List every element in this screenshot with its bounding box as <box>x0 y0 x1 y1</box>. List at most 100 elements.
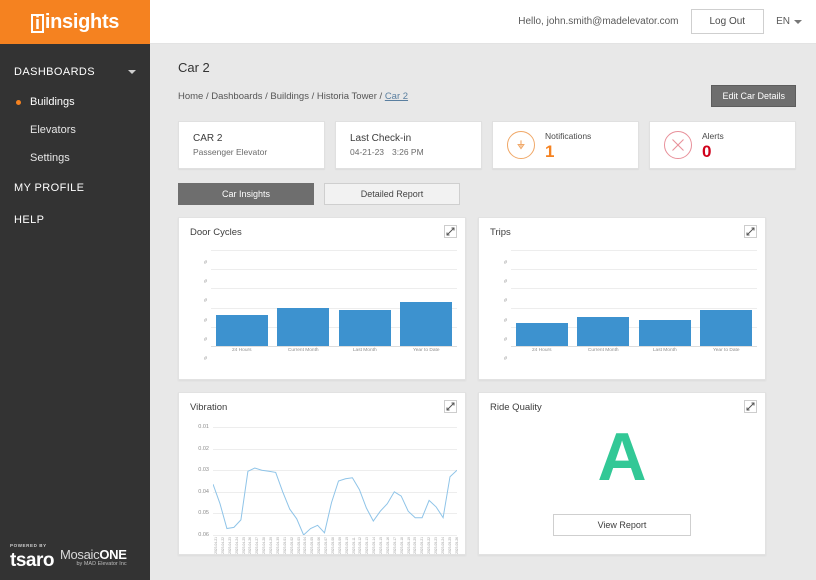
x-axis-date-label: 2023-05-12 <box>358 537 363 554</box>
sidebar-item-my-profile-label: MY PROFILE <box>14 182 85 194</box>
y-axis-tick-label: 0.01 <box>198 424 209 430</box>
notifications-label: Notifications <box>545 130 592 141</box>
mosaicone-wordmark: MosaicONE <box>59 546 127 562</box>
card-alerts[interactable]: Alerts 0 <box>649 121 796 169</box>
mosaic-prefix: Mosaic <box>59 546 100 562</box>
bar[interactable] <box>515 323 568 346</box>
bar[interactable] <box>638 320 691 346</box>
alerts-label: Alerts <box>702 130 724 141</box>
door-cycles-chart: # # # # # # 24 Hours Current Month Last Month Ye… <box>179 244 467 381</box>
x-axis-tick-label: 24 Hours <box>232 348 252 353</box>
y-axis-tick-label: # <box>503 356 507 362</box>
y-axis-tick-label: # <box>203 279 207 285</box>
gridline <box>213 535 457 536</box>
vibration-plot: 0.01 0.02 0.03 0.04 0.05 0.06 <box>198 424 457 538</box>
mosaicone-subtitle: by MAD Elevator Inc <box>76 561 127 568</box>
language-selector-label: EN <box>776 16 790 27</box>
y-axis-tick-label: # <box>203 318 207 324</box>
edit-car-details-button[interactable]: Edit Car Details <box>711 85 796 107</box>
x-axis-date-label: 2023-05-20 <box>413 537 418 554</box>
sidebar-item-elevators[interactable]: Elevators <box>0 116 150 144</box>
bar[interactable] <box>577 317 630 346</box>
trips-bars <box>511 250 757 346</box>
x-axis-date-label: 2023-04-30 <box>275 537 280 554</box>
breadcrumb-current[interactable]: Car 2 <box>385 91 408 102</box>
language-selector[interactable]: EN <box>776 16 802 27</box>
expand-icon[interactable] <box>744 225 757 238</box>
x-axis-date-label: 2023-05-14 <box>372 537 377 554</box>
panel-grid: Door Cycles # # # # # # 24 Hours Current Month… <box>178 217 796 555</box>
expand-icon[interactable] <box>444 400 457 413</box>
y-axis-tick-label: # <box>503 337 507 343</box>
brand-logo-text: i insights <box>30 11 119 34</box>
last-checkin-time: 3:26 PM <box>392 147 424 157</box>
page-title: Car 2 <box>178 60 210 75</box>
ride-quality-grade: A <box>597 419 647 495</box>
sidebar-item-elevators-label: Elevators <box>30 124 76 136</box>
sidebar-footer: POWERED BY tsaro MosaicONE by MAD Elevat… <box>0 536 150 580</box>
y-axis-tick-label: 0.05 <box>198 510 209 516</box>
panel-vibration: Vibration 0.01 0.02 0.03 0.04 0.05 0.06 2023-… <box>178 392 466 555</box>
bar[interactable] <box>700 310 753 346</box>
y-axis-tick-label: # <box>203 260 207 266</box>
panel-vibration-title: Vibration <box>190 402 228 413</box>
bar[interactable] <box>400 302 453 346</box>
x-axis-date-label: 2023-04-22 <box>220 537 225 554</box>
x-axis-date-label: 2023-04-25 <box>241 537 246 554</box>
sidebar-item-my-profile[interactable]: MY PROFILE <box>0 172 150 204</box>
expand-icon[interactable] <box>444 225 457 238</box>
sidebar-section-dashboards[interactable]: DASHBOARDS <box>0 56 150 88</box>
bar[interactable] <box>215 315 268 346</box>
x-axis-date-label: 2023-05-19 <box>406 537 411 554</box>
trips-chart: # # # # # # 24 Hours Current Month Last Month Ye… <box>479 244 767 381</box>
sidebar: i insights DASHBOARDS Buildings Elevators… <box>0 0 150 580</box>
notification-arrow-icon <box>507 131 535 159</box>
panel-door-cycles-title: Door Cycles <box>190 227 242 238</box>
bar[interactable] <box>338 310 391 346</box>
vibration-chart: 0.01 0.02 0.03 0.04 0.05 0.06 2023-04-21 2023-… <box>179 419 467 556</box>
alerts-count: 0 <box>702 141 712 161</box>
x-axis-tick-label: Year to Date <box>413 348 440 353</box>
x-axis-date-label: 2023-04-23 <box>227 537 232 554</box>
x-axis-date-label: 2023-05-05 <box>310 537 315 554</box>
mosaic-suffix: ONE <box>99 546 127 562</box>
y-axis-tick-label: # <box>203 337 207 343</box>
x-axis-tick-label: Year to Date <box>713 348 740 353</box>
sidebar-item-help[interactable]: HELP <box>0 204 150 236</box>
sidebar-item-buildings-label: Buildings <box>30 96 75 108</box>
x-axis-date-label: 2023-05-21 <box>420 537 425 554</box>
x-axis-date-label: 2023-05-17 <box>392 537 397 554</box>
tab-car-insights[interactable]: Car Insights <box>178 183 314 205</box>
tsaro-logo: POWERED BY tsaro <box>10 543 54 570</box>
user-greeting: Hello, john.smith@madelevator.com <box>518 16 679 27</box>
sidebar-item-buildings[interactable]: Buildings <box>0 88 150 116</box>
chevron-down-icon <box>794 19 802 24</box>
x-axis-date-label: 2023-05-10 <box>344 537 349 554</box>
y-axis-tick-label: # <box>503 260 507 266</box>
card-last-checkin: Last Check-in 04-21-23 3:26 PM <box>335 121 482 169</box>
expand-icon[interactable] <box>744 400 757 413</box>
card-notifications[interactable]: Notifications 1 <box>492 121 639 169</box>
view-report-button[interactable]: View Report <box>553 514 691 536</box>
x-axis-tick-label: Current Month <box>287 348 319 353</box>
x-axis-date-label: 2023-05-23 <box>434 537 438 554</box>
breadcrumb: Home / Dashboards / Buildings / Historia… <box>178 91 408 102</box>
x-axis-date-label: 2023-05-11 <box>351 537 356 554</box>
brand-logo[interactable]: i insights <box>0 0 150 44</box>
alert-x-icon <box>664 131 692 159</box>
logout-button[interactable]: Log Out <box>690 9 765 34</box>
last-checkin-date: 04-21-23 <box>350 147 385 157</box>
x-axis-date-label: 2023-05-04 <box>303 537 308 554</box>
sidebar-item-settings[interactable]: Settings <box>0 144 150 172</box>
tab-detailed-report[interactable]: Detailed Report <box>324 183 460 205</box>
bar[interactable] <box>277 308 330 346</box>
sidebar-item-help-label: HELP <box>14 214 45 226</box>
breadcrumb-trail[interactable]: Home / Dashboards / Buildings / Historia… <box>178 91 385 102</box>
x-axis-tick-label: Current Month <box>587 348 619 353</box>
y-axis-tick-label: # <box>503 298 507 304</box>
x-axis-date-label: 2023-05-24 <box>440 537 445 554</box>
last-checkin-label: Last Check-in <box>350 133 412 144</box>
trips-xaxis: 24 Hours Current Month Last Month Year to D… <box>511 348 757 353</box>
x-axis-date-label: 2023-05-06 <box>317 537 322 554</box>
panel-trips-title: Trips <box>490 227 511 238</box>
